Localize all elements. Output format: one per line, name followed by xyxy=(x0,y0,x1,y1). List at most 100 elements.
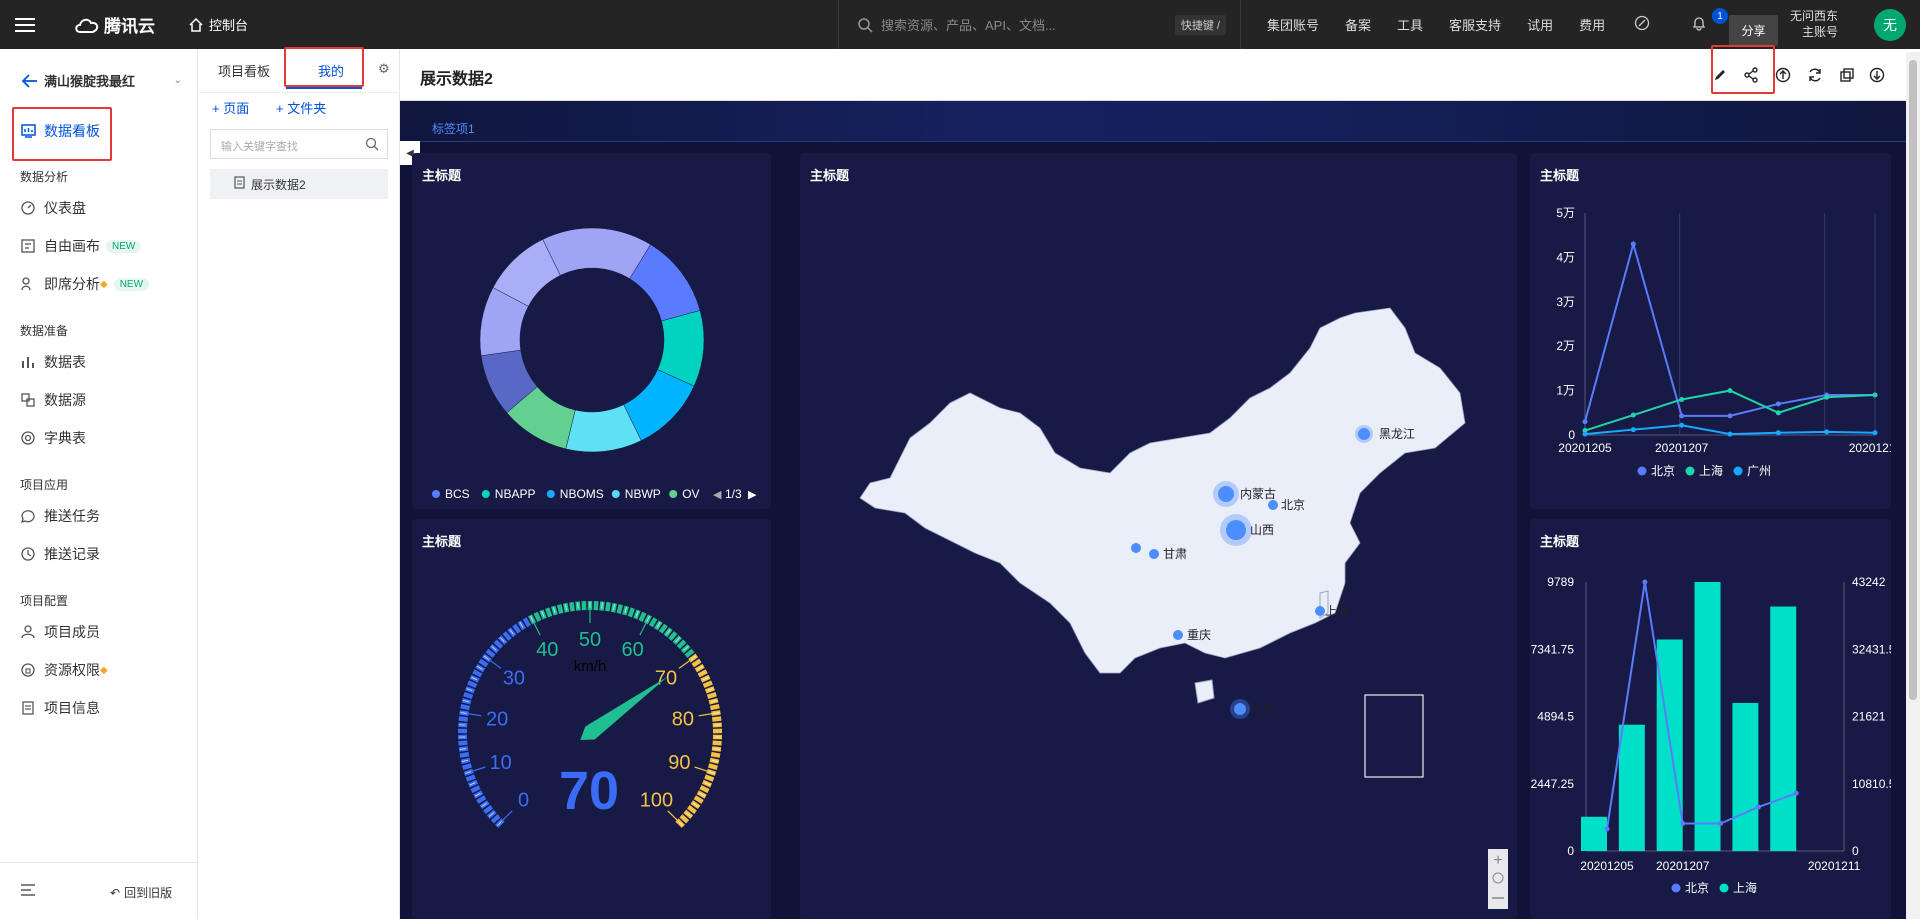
data-point[interactable] xyxy=(1630,412,1636,418)
map-label-guangdong: 广东 xyxy=(1250,702,1274,716)
data-point[interactable] xyxy=(1755,804,1761,810)
bar[interactable] xyxy=(1581,816,1607,851)
sidebar-item-push-task[interactable]: 推送任务 xyxy=(20,506,100,526)
sidebar-item-permissions[interactable]: 资源权限 ◆ xyxy=(20,660,108,680)
menu-icon[interactable] xyxy=(0,0,50,49)
link-trial[interactable]: 试用 xyxy=(1527,15,1553,34)
map-point-gansu-2[interactable] xyxy=(1149,549,1159,559)
arrow-left-icon[interactable] xyxy=(22,73,38,88)
gauge-band-segment xyxy=(704,774,715,782)
legend-label[interactable]: NBAPP xyxy=(495,487,536,501)
data-point[interactable] xyxy=(1824,394,1830,400)
map-card: 主标题 黑龙江 内蒙古 北京 山西 甘肃 重庆 上海 广东 + xyxy=(800,153,1517,919)
user-info[interactable]: 无问西东 主账号 xyxy=(1790,8,1838,40)
page-title: 展示数据2 xyxy=(420,71,493,88)
project-selector[interactable]: 满山猴腚我最红 ⌄ xyxy=(22,71,182,90)
add-page-button[interactable]: + 页面 xyxy=(212,98,249,117)
tree-file-item[interactable]: 展示数据2 xyxy=(210,169,388,199)
map-point-chongqing[interactable] xyxy=(1173,630,1183,640)
map-point-gansu[interactable] xyxy=(1131,543,1141,553)
sidebar-item-data-table[interactable]: 数据表 xyxy=(20,352,86,372)
bar[interactable] xyxy=(1732,702,1759,851)
speed-gauge[interactable]: 0 10 20 30 40 50 60 70 80 90 100 km/h 70 xyxy=(412,519,771,919)
data-point[interactable] xyxy=(1642,579,1648,585)
bar[interactable] xyxy=(1694,582,1721,851)
sidebar-item-adhoc-analysis[interactable]: 即席分析 ◆ NEW xyxy=(20,274,150,294)
copy-icon[interactable] xyxy=(1837,65,1857,85)
bar-line-chart[interactable]: 0 2447.25 4894.5 7341.75 9789 0 10810.5 21621 32… xyxy=(1530,519,1891,919)
sidebar-item-dictionary[interactable]: 字典表 xyxy=(20,428,86,448)
donut-slice[interactable] xyxy=(542,227,651,279)
data-point[interactable] xyxy=(1727,413,1733,419)
data-point[interactable] xyxy=(1775,410,1781,416)
map-point-beijing[interactable] xyxy=(1268,500,1278,510)
data-point[interactable] xyxy=(1630,427,1636,433)
data-point[interactable] xyxy=(1718,821,1724,827)
legend-label[interactable]: OV xyxy=(682,487,699,501)
scrollbar-thumb[interactable] xyxy=(1909,60,1917,700)
sidebar-item-dashboard-panel[interactable]: 仪表盘 xyxy=(20,198,86,218)
brand-logo[interactable]: 腾讯云 xyxy=(74,12,155,37)
sidebar-item-free-canvas[interactable]: 自由画布 NEW xyxy=(20,236,142,256)
link-tools[interactable]: 工具 xyxy=(1397,15,1423,34)
global-search[interactable]: 搜索资源、产品、API、文档... 快捷键 / xyxy=(838,0,1240,49)
tree-search-input[interactable]: 输入关键字查找 xyxy=(210,129,388,159)
refresh-icon[interactable] xyxy=(1805,65,1825,85)
tab-project-board[interactable]: 项目看板 xyxy=(218,61,270,80)
data-point[interactable] xyxy=(1680,821,1686,827)
sidebar-item-project-info[interactable]: 项目信息 xyxy=(20,698,100,718)
data-point[interactable] xyxy=(1775,430,1781,436)
china-map[interactable]: 黑龙江 内蒙古 北京 山西 甘肃 重庆 上海 广东 + xyxy=(800,153,1517,919)
gauge-menu-icon[interactable] xyxy=(1634,15,1650,34)
settings-gear-icon[interactable]: ⚙ xyxy=(378,61,390,77)
legend-label[interactable]: BCS xyxy=(445,487,470,501)
data-point[interactable] xyxy=(1582,431,1588,437)
data-point[interactable] xyxy=(1679,413,1685,419)
data-point[interactable] xyxy=(1872,392,1878,398)
map-point-shanghai[interactable] xyxy=(1315,606,1325,616)
data-point[interactable] xyxy=(1872,430,1878,436)
upload-icon[interactable] xyxy=(1773,65,1793,85)
line-chart[interactable]: 0 1万 2万 3万 4万 5万 20201205 20201207 20201211 北京 上海 广… xyxy=(1530,153,1891,509)
link-billing[interactable]: 费用 xyxy=(1579,15,1605,34)
page-scrollbar[interactable] xyxy=(1906,52,1920,919)
data-point[interactable] xyxy=(1679,422,1685,428)
sidebar-item-data-source[interactable]: 数据源 xyxy=(20,390,86,410)
sidebar-item-members[interactable]: 项目成员 xyxy=(20,622,100,642)
gauge-band-segment xyxy=(648,617,658,628)
map-point-shanxi[interactable] xyxy=(1226,520,1246,540)
tab-label-1[interactable]: 标签项1 xyxy=(432,120,475,137)
data-point[interactable] xyxy=(1630,241,1636,247)
data-point[interactable] xyxy=(1604,826,1610,832)
zoom-in-icon[interactable]: + xyxy=(1493,852,1502,869)
legend-label[interactable]: NBWP xyxy=(625,487,661,501)
map-point-guangdong[interactable] xyxy=(1234,703,1246,715)
bar[interactable] xyxy=(1770,606,1797,851)
data-point[interactable] xyxy=(1679,396,1685,402)
map-point-neimenggu[interactable] xyxy=(1218,486,1234,502)
avatar[interactable]: 无 xyxy=(1874,9,1906,41)
download-icon[interactable] xyxy=(1867,65,1887,85)
gauge-tick-label: 20 xyxy=(486,708,508,730)
link-group-account[interactable]: 集团账号 xyxy=(1267,15,1319,34)
console-label: 控制台 xyxy=(209,18,249,33)
data-point[interactable] xyxy=(1793,790,1799,796)
bell-icon[interactable] xyxy=(1691,15,1707,34)
map-point-heilongjiang[interactable] xyxy=(1358,428,1370,440)
data-point[interactable] xyxy=(1824,429,1830,435)
console-link[interactable]: 控制台 xyxy=(189,15,248,34)
data-point[interactable] xyxy=(1582,419,1588,425)
data-point[interactable] xyxy=(1727,431,1733,437)
data-point[interactable] xyxy=(1727,388,1733,394)
add-folder-button[interactable]: + 文件夹 xyxy=(276,98,326,117)
data-point[interactable] xyxy=(1775,401,1781,407)
bar[interactable] xyxy=(1618,724,1645,851)
link-support[interactable]: 客服支持 xyxy=(1449,15,1501,34)
back-old-version[interactable]: ↶ 回到旧版 xyxy=(110,884,172,901)
sidebar-item-dashboard[interactable]: 数据看板 xyxy=(20,121,100,141)
sidebar-item-push-record[interactable]: 推送记录 xyxy=(20,544,100,564)
donut-chart[interactable]: BCS NBAPP NBOMS NBWP OV ◀ 1/3 ▶ xyxy=(412,153,771,509)
link-filing[interactable]: 备案 xyxy=(1345,15,1371,34)
collapse-menu-icon[interactable] xyxy=(20,883,36,900)
legend-label[interactable]: NBOMS xyxy=(560,487,604,501)
